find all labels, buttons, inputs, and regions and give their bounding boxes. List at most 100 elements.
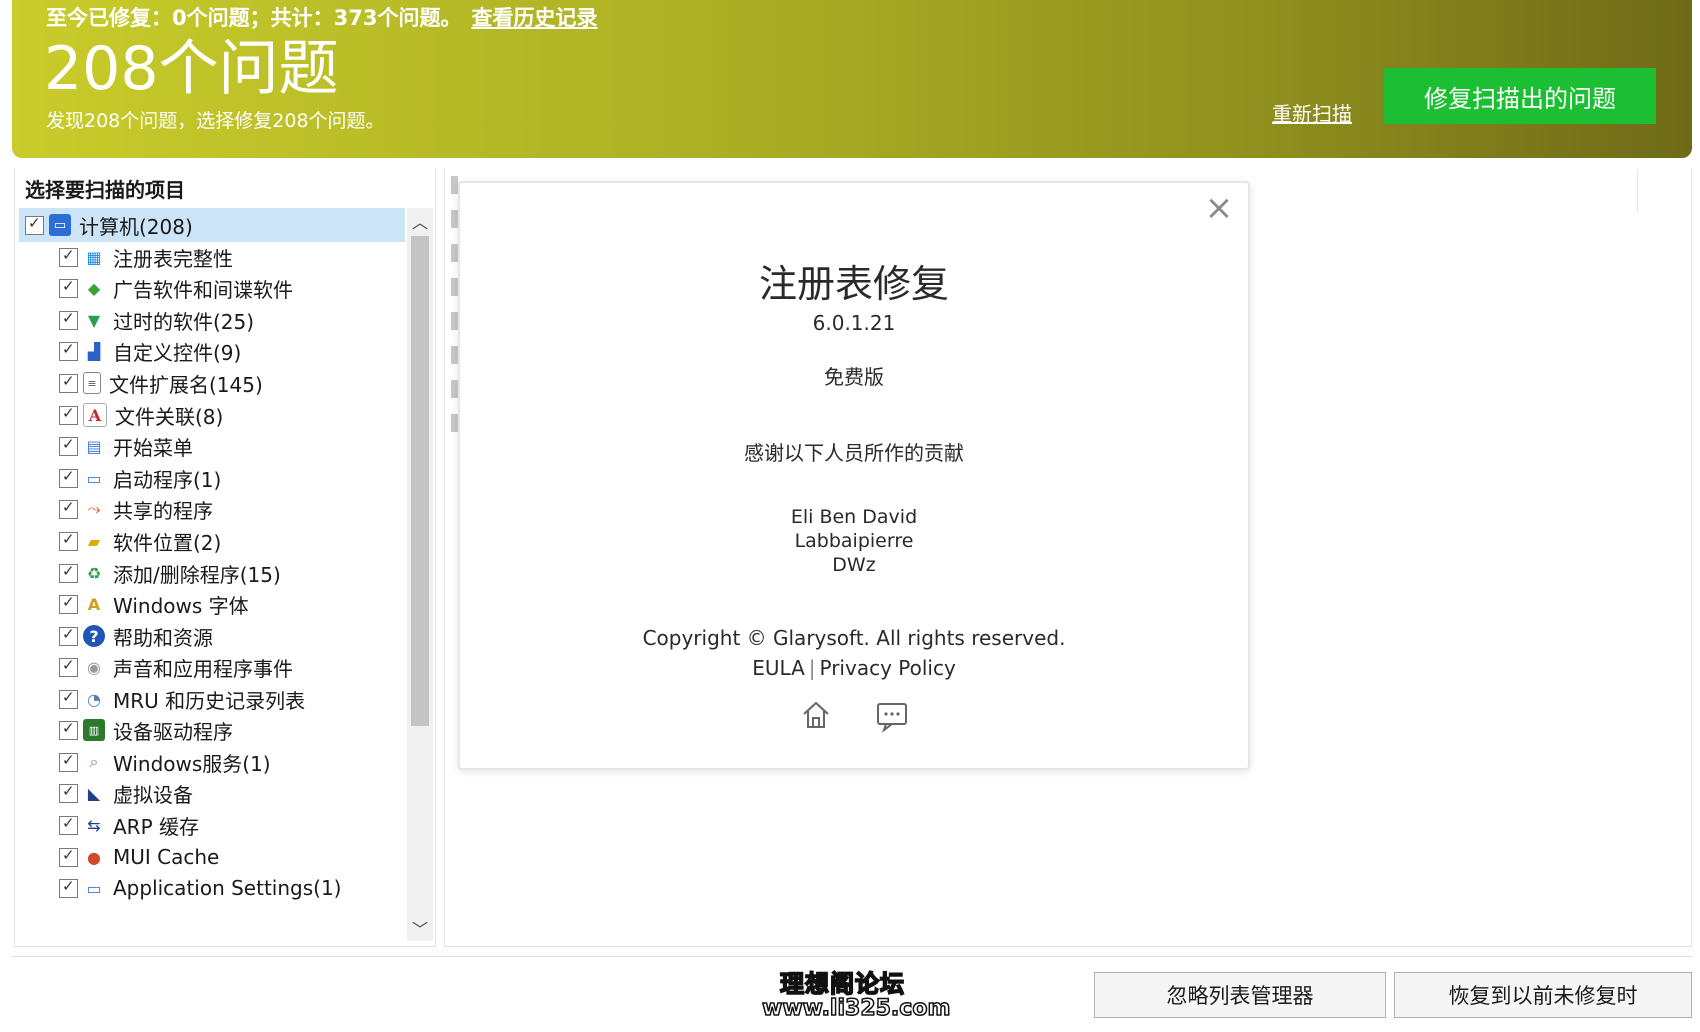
tree-item-label: 注册表完整性 bbox=[113, 246, 233, 271]
checkbox[interactable] bbox=[59, 246, 78, 267]
services-icon: ⌕ bbox=[89, 752, 99, 771]
settings-icon: ▭ bbox=[86, 878, 102, 898]
tree-item-adware[interactable]: ◆ 广告软件和间谍软件 bbox=[53, 271, 405, 305]
tree-item-arp-cache[interactable]: ⇆ ARP 缓存 bbox=[53, 808, 405, 842]
tree-item-label: Windows服务(1) bbox=[113, 751, 271, 776]
ignore-list-manager-button[interactable]: 忽略列表管理器 bbox=[1094, 972, 1386, 1018]
scrollbar-thumb[interactable] bbox=[411, 236, 429, 726]
checkbox[interactable] bbox=[59, 625, 78, 646]
close-icon[interactable]: × bbox=[1204, 191, 1234, 225]
tree-item-software-locations[interactable]: ▰ 软件位置(2) bbox=[53, 524, 405, 558]
summary-text: 至今已修复：0个问题；共计：373个问题。 bbox=[46, 6, 462, 30]
fix-issues-button[interactable]: 修复扫描出的问题 bbox=[1384, 68, 1656, 124]
rescan-link[interactable]: 重新扫描 bbox=[1272, 98, 1352, 127]
tree-item-device-drivers[interactable]: ▥ 设备驱动程序 bbox=[53, 713, 405, 747]
scan-items-tree: ▭ 计算机(208) ▦ 注册表完整性 ◆ 广告软件和间谍软件 ▼ 过时的软件(25)… bbox=[19, 208, 405, 941]
checkbox[interactable] bbox=[59, 372, 78, 393]
start-menu-icon: ▤ bbox=[86, 436, 102, 456]
scan-items-panel: 选择要扫描的项目 ▭ 计算机(208) ▦ 注册表完整性 ◆ 广告软件和间谍软件 ▼… bbox=[14, 168, 436, 947]
issue-description: 发现208个问题，选择修复208个问题。 bbox=[46, 110, 385, 132]
copyright-text: Copyright © Glarysoft. All rights reserv… bbox=[642, 626, 1066, 650]
watermark-title: 理想阁论坛 bbox=[779, 969, 905, 999]
privacy-policy-link[interactable]: Privacy Policy bbox=[820, 656, 956, 680]
scan-items-title: 选择要扫描的项目 bbox=[25, 178, 185, 202]
scroll-down-icon[interactable]: ﹀ bbox=[407, 915, 433, 941]
checkbox[interactable] bbox=[59, 688, 78, 709]
folder-icon: ▰ bbox=[87, 531, 101, 551]
dialog-title: 注册表修复 bbox=[758, 262, 949, 306]
checkbox[interactable] bbox=[59, 435, 78, 456]
tree-item-label: 共享的程序 bbox=[113, 498, 213, 523]
checkbox[interactable] bbox=[59, 814, 78, 835]
tree-item-label: 软件位置(2) bbox=[113, 530, 222, 555]
tree-item-windows-fonts[interactable]: A Windows 字体 bbox=[53, 587, 405, 621]
tree-item-computer[interactable]: ▭ 计算机(208) bbox=[19, 208, 405, 242]
checkbox[interactable] bbox=[59, 719, 78, 740]
contributor-name: Labbaipierre bbox=[794, 530, 914, 552]
issue-count-title: 208个问题 bbox=[44, 34, 339, 104]
tree-item-shared-programs[interactable]: ⤳ 共享的程序 bbox=[53, 492, 405, 526]
feedback-icon[interactable] bbox=[874, 697, 910, 733]
tree-item-label: Application Settings(1) bbox=[113, 876, 342, 900]
shield-icon: ◆ bbox=[87, 278, 101, 298]
checkbox[interactable] bbox=[59, 277, 78, 298]
about-dialog: × 注册表修复 6.0.1.21 免费版 感谢以下人员所作的贡献 Eli Ben… bbox=[458, 181, 1250, 770]
eula-link[interactable]: EULA bbox=[752, 656, 805, 680]
checkbox[interactable] bbox=[59, 467, 78, 488]
tree-item-application-settings[interactable]: ▭ Application Settings(1) bbox=[53, 871, 405, 905]
tree-item-label: 广告软件和间谍软件 bbox=[113, 277, 293, 302]
tree-item-help-resources[interactable]: ? 帮助和资源 bbox=[53, 619, 405, 653]
tree-item-obsolete-software[interactable]: ▼ 过时的软件(25) bbox=[53, 303, 405, 337]
network-icon: ⇆ bbox=[87, 815, 101, 835]
checkbox[interactable] bbox=[59, 593, 78, 614]
checkbox[interactable] bbox=[59, 498, 78, 519]
tree-item-sound-events[interactable]: ◉ 声音和应用程序事件 bbox=[53, 650, 405, 684]
checkbox[interactable] bbox=[59, 309, 78, 330]
window-icon: ▭ bbox=[86, 468, 102, 488]
checkbox[interactable] bbox=[59, 530, 78, 551]
scroll-up-icon[interactable]: ︿ bbox=[407, 208, 433, 234]
tree-item-registry[interactable]: ▦ 注册表完整性 bbox=[53, 240, 405, 274]
tree-item-startup[interactable]: ▭ 启动程序(1) bbox=[53, 461, 405, 495]
file-icon: ≡ bbox=[83, 372, 101, 394]
registry-icon: ▦ bbox=[86, 247, 102, 267]
thanks-heading: 感谢以下人员所作的贡献 bbox=[744, 441, 964, 465]
watermark-url: www.li325.com bbox=[761, 995, 951, 1022]
contributor-name: DWz bbox=[832, 554, 876, 576]
cache-icon: ● bbox=[87, 847, 101, 867]
history-link[interactable]: 查看历史记录 bbox=[471, 6, 597, 30]
tree-item-start-menu[interactable]: ▤ 开始菜单 bbox=[53, 429, 405, 463]
tree-item-mru-history[interactable]: ◔ MRU 和历史记录列表 bbox=[53, 682, 405, 716]
checkbox[interactable] bbox=[59, 877, 78, 898]
tree-scrollbar[interactable]: ︿ ﹀ bbox=[407, 208, 433, 941]
help-icon: ? bbox=[83, 625, 105, 647]
edition-text: 免费版 bbox=[824, 365, 884, 389]
dialog-icon-bar bbox=[460, 697, 1248, 733]
legal-links: EULA | Privacy Policy bbox=[460, 656, 1248, 680]
checkbox[interactable] bbox=[59, 782, 78, 803]
tree-item-file-associations[interactable]: A 文件关联(8) bbox=[53, 398, 405, 432]
tree-item-virtual-devices[interactable]: ◣ 虚拟设备 bbox=[53, 776, 405, 810]
tree-item-add-remove[interactable]: ♻ 添加/删除程序(15) bbox=[53, 556, 405, 590]
restore-previous-button[interactable]: 恢复到以前未修复时 bbox=[1394, 972, 1692, 1018]
recycle-icon: ♻ bbox=[86, 563, 102, 583]
checkbox[interactable] bbox=[59, 846, 78, 867]
tree-item-mui-cache[interactable]: ● MUI Cache bbox=[53, 840, 405, 874]
history-icon: ◔ bbox=[87, 689, 101, 709]
checkbox[interactable] bbox=[59, 340, 78, 361]
tree-item-file-extensions[interactable]: ≡ 文件扩展名(145) bbox=[53, 366, 405, 400]
fonts-icon: A bbox=[87, 594, 101, 614]
share-icon: ⤳ bbox=[87, 499, 101, 518]
checkbox[interactable] bbox=[59, 562, 78, 583]
virtual-device-icon: ◣ bbox=[87, 783, 101, 803]
tree-item-windows-services[interactable]: ⌕ Windows服务(1) bbox=[53, 745, 405, 779]
tree-item-custom-controls[interactable]: ▟ 自定义控件(9) bbox=[53, 334, 405, 368]
checkbox[interactable] bbox=[25, 214, 44, 235]
checkbox[interactable] bbox=[59, 656, 78, 677]
checkbox[interactable] bbox=[59, 751, 78, 772]
checkbox[interactable] bbox=[59, 404, 78, 425]
tree-item-label: 过时的软件(25) bbox=[113, 309, 255, 334]
fix-summary: 至今已修复：0个问题；共计：373个问题。 查看历史记录 bbox=[46, 2, 597, 32]
tree-item-label: 帮助和资源 bbox=[113, 625, 213, 650]
home-icon[interactable] bbox=[798, 697, 834, 733]
